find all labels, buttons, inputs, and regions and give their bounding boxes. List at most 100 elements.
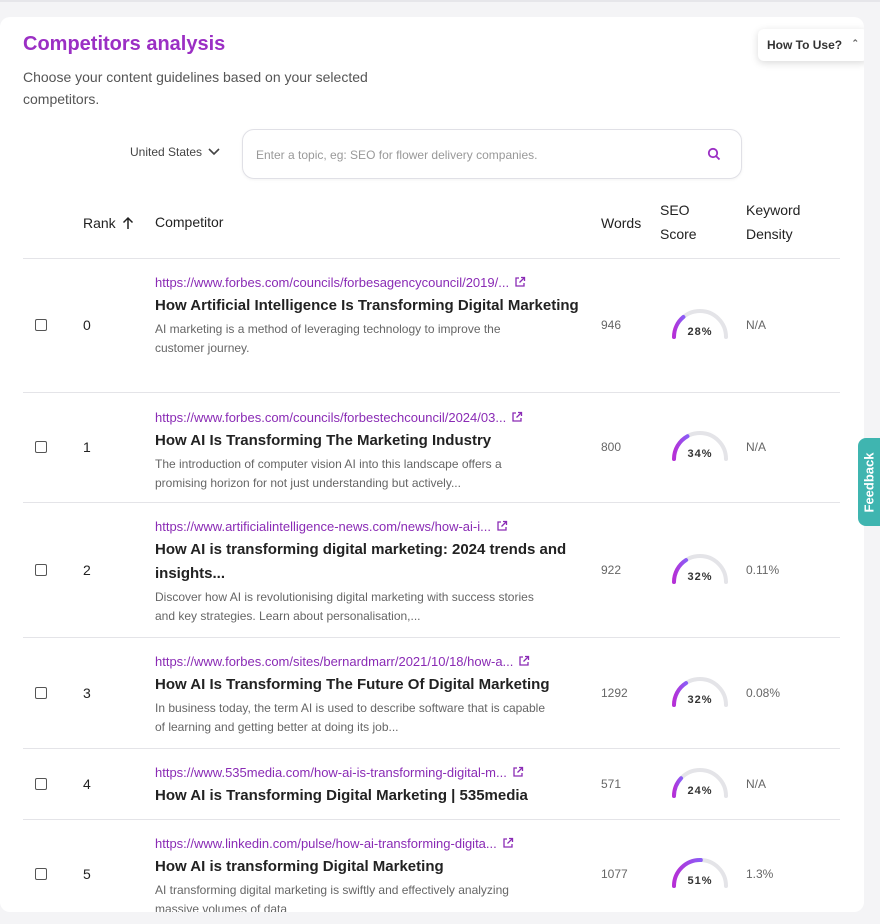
competitor-cell: https://www.artificialintelligence-news.… — [155, 517, 585, 626]
seo-score-gauge: 34% — [669, 426, 731, 462]
chevron-up-icon: ⌃ — [851, 38, 859, 48]
competitor-description: In business today, the term AI is used t… — [155, 701, 545, 734]
competitor-title: How Artificial Intelligence Is Transform… — [155, 297, 579, 314]
competitor-url[interactable]: https://www.forbes.com/councils/forbesag… — [155, 275, 509, 290]
bottom-edge — [0, 912, 880, 924]
table-row: 2 https://www.artificialintelligence-news… — [23, 503, 840, 638]
arrow-up-icon[interactable] — [122, 216, 134, 230]
feedback-tab[interactable]: Feedback — [858, 438, 880, 526]
country-label: United States — [130, 145, 203, 159]
row-rank: 3 — [83, 684, 91, 701]
competitor-url-link[interactable]: https://www.forbes.com/councils/forbeste… — [155, 408, 585, 426]
competitor-url[interactable]: https://www.artificialintelligence-news.… — [155, 519, 491, 534]
competitor-url-link[interactable]: https://www.forbes.com/councils/forbesag… — [155, 273, 585, 291]
competitor-cell: https://www.forbes.com/sites/bernardmarr… — [155, 652, 585, 737]
row-rank: 5 — [83, 866, 91, 882]
row-checkbox[interactable] — [35, 563, 47, 576]
external-link-icon[interactable] — [518, 655, 530, 667]
competitor-title: How AI is transforming Digital Marketing — [155, 858, 444, 875]
competitor-url[interactable]: https://www.forbes.com/sites/bernardmarr… — [155, 654, 513, 669]
seo-score-gauge: 28% — [669, 304, 731, 340]
row-rank: 2 — [83, 561, 91, 578]
kd-header-line2: Density — [746, 226, 793, 242]
competitor-title: How AI Is Transforming The Marketing Ind… — [155, 432, 492, 449]
seo-header-line2: Score — [660, 226, 697, 242]
external-link-icon[interactable] — [502, 837, 514, 849]
row-keyword-density: 0.08% — [746, 685, 781, 700]
table-row: 3 https://www.forbes.com/sites/bernardmar… — [23, 638, 840, 749]
top-border — [0, 0, 880, 2]
competitor-cell: https://www.forbes.com/councils/forbeste… — [155, 408, 585, 493]
column-header-seo-score: SEO Score — [660, 198, 697, 246]
seo-score-gauge: 32% — [669, 672, 731, 708]
external-link-icon[interactable] — [496, 520, 508, 532]
column-header-words: Words — [601, 215, 642, 231]
table-row: 4 https://www.535media.com/how-ai-is-tran… — [23, 749, 840, 820]
competitor-url-link[interactable]: https://www.forbes.com/sites/bernardmarr… — [155, 652, 585, 670]
column-header-rank[interactable]: Rank — [83, 211, 134, 235]
row-word-count: 946 — [601, 317, 622, 332]
competitor-title: How AI is Transforming Digital Marketing… — [155, 787, 528, 804]
svg-text:34%: 34% — [687, 448, 712, 460]
seo-score-gauge: 51% — [669, 853, 731, 889]
competitor-description: AI transforming digital marketing is swi… — [155, 883, 509, 912]
competitor-description: AI marketing is a method of leveraging t… — [155, 322, 501, 355]
row-word-count: 1077 — [601, 867, 628, 881]
search-box — [242, 129, 742, 179]
svg-text:24%: 24% — [687, 785, 712, 797]
external-link-icon[interactable] — [512, 766, 524, 778]
row-keyword-density: N/A — [746, 317, 767, 332]
row-word-count: 571 — [601, 776, 622, 791]
row-checkbox[interactable] — [35, 777, 47, 790]
country-select[interactable]: United States — [130, 145, 220, 159]
table-row: 0 https://www.forbes.com/councils/forbesa… — [23, 258, 840, 393]
chevron-down-icon — [208, 148, 220, 156]
competitor-description: The introduction of computer vision AI i… — [155, 457, 502, 490]
kd-header-line1: Keyword — [746, 202, 801, 218]
seo-header-line1: SEO — [660, 202, 690, 218]
row-rank: 4 — [83, 775, 91, 792]
competitor-url[interactable]: https://www.535media.com/how-ai-is-trans… — [155, 765, 507, 780]
svg-text:32%: 32% — [687, 694, 712, 706]
row-checkbox[interactable] — [35, 318, 47, 331]
page-subtitle: Choose your content guidelines based on … — [23, 69, 368, 107]
svg-text:28%: 28% — [687, 326, 712, 338]
competitor-url-link[interactable]: https://www.linkedin.com/pulse/how-ai-tr… — [155, 834, 585, 852]
how-to-use-button[interactable]: How To Use? ⌃ — [758, 29, 864, 61]
search-icon[interactable] — [707, 147, 721, 161]
page-title: Competitors analysis — [23, 33, 226, 55]
row-checkbox[interactable] — [35, 686, 47, 699]
external-link-icon[interactable] — [511, 411, 523, 423]
row-keyword-density: N/A — [746, 776, 767, 791]
competitor-url[interactable]: https://www.linkedin.com/pulse/how-ai-tr… — [155, 836, 497, 851]
topic-search-input[interactable] — [256, 146, 686, 164]
competitor-title: How AI Is Transforming The Future Of Dig… — [155, 676, 550, 693]
feedback-label: Feedback — [861, 452, 877, 512]
competitor-url-link[interactable]: https://www.artificialintelligence-news.… — [155, 517, 585, 535]
competitor-cell: https://www.linkedin.com/pulse/how-ai-tr… — [155, 834, 585, 912]
svg-text:51%: 51% — [687, 875, 712, 887]
external-link-icon[interactable] — [514, 276, 526, 288]
row-checkbox[interactable] — [35, 441, 47, 453]
row-keyword-density: N/A — [746, 440, 767, 454]
competitor-url-link[interactable]: https://www.535media.com/how-ai-is-trans… — [155, 763, 585, 781]
seo-score-gauge: 32% — [669, 549, 731, 585]
row-word-count: 922 — [601, 562, 622, 577]
svg-text:32%: 32% — [687, 571, 712, 583]
how-to-use-label: How To Use? — [767, 38, 843, 52]
row-word-count: 1292 — [601, 685, 628, 700]
rank-header-label: Rank — [83, 215, 116, 231]
seo-score-gauge: 24% — [669, 763, 731, 799]
competitors-panel: Competitors analysis Choose your content… — [0, 17, 864, 912]
column-header-keyword-density: Keyword Density — [746, 198, 800, 246]
row-word-count: 800 — [601, 440, 622, 454]
table-row: 1 https://www.forbes.com/councils/forbest… — [23, 393, 840, 503]
competitor-cell: https://www.535media.com/how-ai-is-trans… — [155, 763, 585, 808]
row-keyword-density: 1.3% — [746, 867, 774, 881]
competitor-description: Discover how AI is revolutionising digit… — [155, 590, 534, 623]
row-checkbox[interactable] — [35, 868, 47, 880]
competitor-cell: https://www.forbes.com/councils/forbesag… — [155, 273, 585, 358]
row-keyword-density: 0.11% — [746, 562, 780, 577]
competitor-url[interactable]: https://www.forbes.com/councils/forbeste… — [155, 410, 506, 425]
row-rank: 0 — [83, 316, 91, 333]
